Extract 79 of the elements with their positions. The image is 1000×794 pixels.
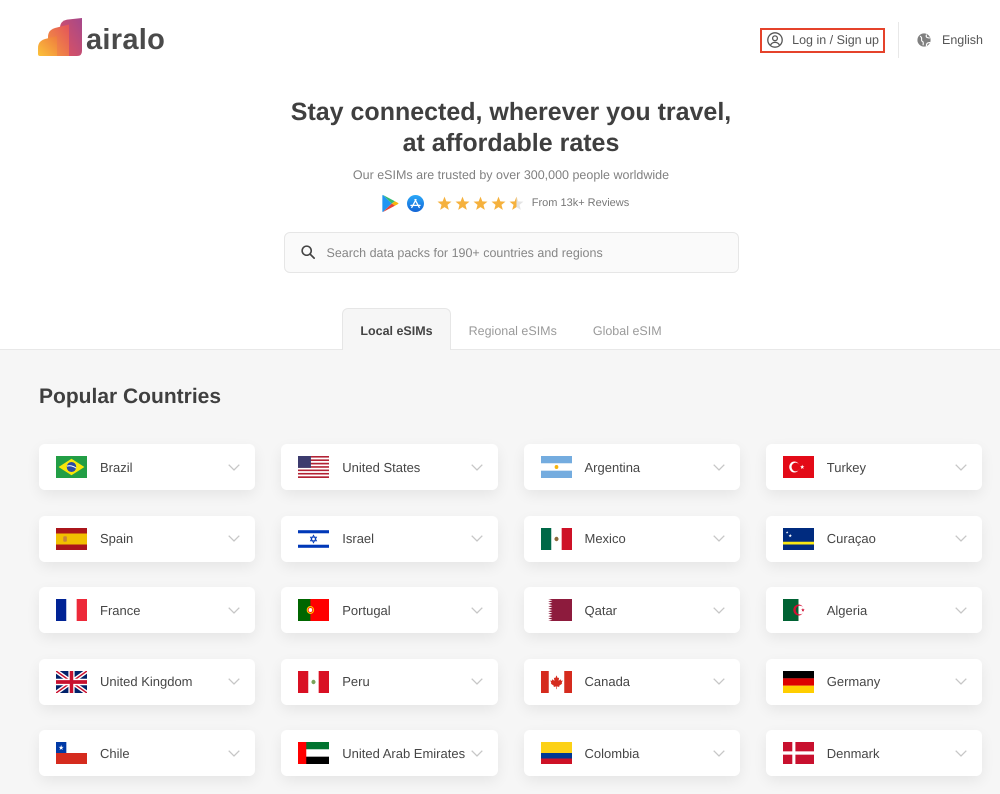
country-card[interactable]: Colombia xyxy=(524,730,740,776)
germany-flag-icon xyxy=(782,670,814,692)
country-card[interactable]: Spain xyxy=(39,516,256,562)
star-icon xyxy=(472,196,488,210)
peru-flag-icon xyxy=(298,670,330,692)
country-card[interactable]: United Arab Emirates xyxy=(281,730,498,776)
chevron-down-icon xyxy=(470,464,482,470)
chevron-down-icon xyxy=(955,535,967,542)
star-icon xyxy=(490,196,506,210)
half-star-icon xyxy=(508,196,524,210)
country-card[interactable]: Argentina xyxy=(524,444,740,490)
chevron-down-icon xyxy=(712,678,725,685)
chevron-down-icon xyxy=(712,535,725,542)
chevron-down-icon xyxy=(712,464,725,470)
hero-subtitle: Our eSIMs are trusted by over 300,000 people worldwide xyxy=(352,167,670,184)
country-card[interactable]: Algeria xyxy=(766,587,982,633)
chevron-down-icon xyxy=(228,535,240,542)
chevron-down-icon xyxy=(955,464,967,470)
country-card[interactable]: Chile xyxy=(39,730,256,776)
chevron-down-icon xyxy=(470,750,482,756)
chevron-down-icon xyxy=(712,606,725,614)
chevron-down-icon xyxy=(228,750,240,756)
country-card[interactable]: Mexico xyxy=(524,516,740,562)
globe-icon xyxy=(917,33,931,47)
chevron-down-icon xyxy=(228,464,240,470)
country-card[interactable]: United States xyxy=(281,444,498,490)
colombia-flag-icon xyxy=(540,742,572,764)
hero-headline: Stay connected, wherever you travel, at affordable rates xyxy=(290,97,732,159)
chevron-down-icon xyxy=(228,606,240,614)
section-heading: Popular Countries xyxy=(39,384,222,410)
search-field[interactable]: Search data packs for 190+ countries and regions xyxy=(284,232,738,273)
chevron-down-icon xyxy=(712,750,725,756)
country-card[interactable]: Portugal xyxy=(281,587,498,633)
chevron-down-icon xyxy=(955,606,967,614)
play-store-icon xyxy=(382,194,399,212)
country-card[interactable]: United Kingdom xyxy=(39,658,256,704)
curacao-flag-icon xyxy=(782,528,814,550)
reviews-count: From 13k+ Reviews xyxy=(532,197,630,209)
united-arab-emirates-flag-icon xyxy=(298,742,330,764)
logo-icon xyxy=(38,18,82,56)
canada-flag-icon xyxy=(540,670,572,692)
country-card[interactable]: France xyxy=(39,587,256,633)
search-icon xyxy=(300,245,314,259)
country-card[interactable]: Qatar xyxy=(524,587,740,633)
argentina-flag-icon xyxy=(540,456,572,478)
france-flag-icon xyxy=(56,599,87,621)
chevron-down-icon xyxy=(470,678,482,685)
app-store-icon xyxy=(406,194,424,212)
united-states-flag-icon xyxy=(298,456,330,478)
chile-flag-icon xyxy=(56,742,87,764)
country-card[interactable]: Germany xyxy=(766,658,982,704)
country-card[interactable]: Curaçao xyxy=(766,516,982,562)
esim-tab[interactable]: Local eSIMs xyxy=(342,308,451,350)
country-card[interactable]: Brazil xyxy=(39,444,256,490)
mexico-flag-icon xyxy=(540,528,572,550)
denmark-flag-icon xyxy=(782,742,814,764)
qatar-flag-icon xyxy=(540,599,572,621)
chevron-down-icon xyxy=(955,678,967,685)
chevron-down-icon xyxy=(228,678,240,685)
portugal-flag-icon xyxy=(298,599,330,621)
country-card[interactable]: Israel xyxy=(281,516,498,562)
login-signup-button[interactable]: Log in / Sign up xyxy=(760,28,885,52)
logo-wordmark: airalo xyxy=(86,25,166,55)
united-kingdom-flag-icon xyxy=(56,670,87,692)
star-icon xyxy=(454,196,470,210)
country-card[interactable]: Peru xyxy=(281,658,498,704)
chevron-down-icon xyxy=(470,535,482,542)
user-circle-icon xyxy=(767,32,784,48)
spain-flag-icon xyxy=(56,528,87,550)
chevron-down-icon xyxy=(955,750,967,756)
brazil-flag-icon xyxy=(56,456,87,478)
country-card[interactable]: Denmark xyxy=(766,730,982,776)
star-icon xyxy=(436,196,452,210)
israel-flag-icon xyxy=(298,528,330,550)
language-selector[interactable]: English xyxy=(917,33,983,47)
turkey-flag-icon xyxy=(782,456,814,478)
chevron-down-icon xyxy=(470,606,482,614)
country-card[interactable]: Canada xyxy=(524,658,740,704)
country-card[interactable]: Turkey xyxy=(766,444,982,490)
